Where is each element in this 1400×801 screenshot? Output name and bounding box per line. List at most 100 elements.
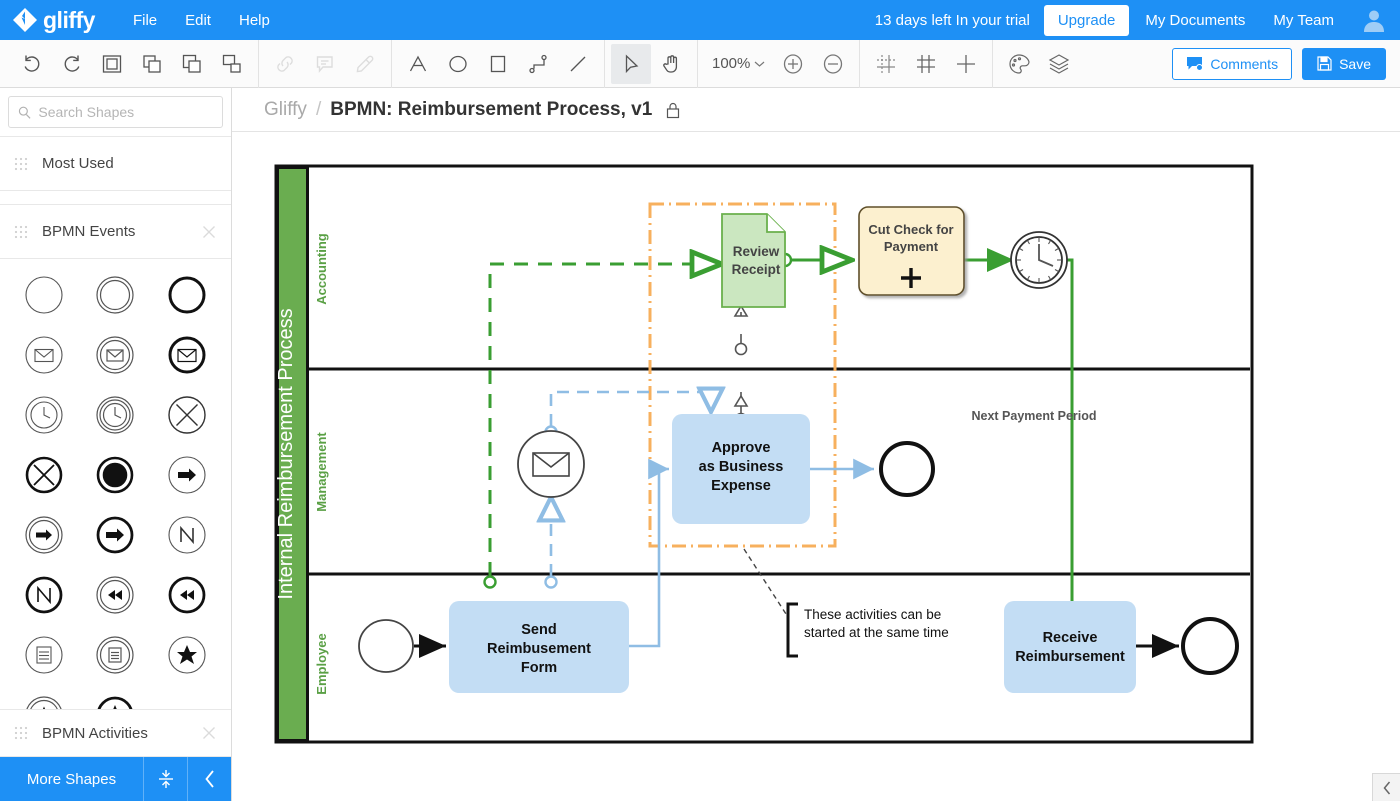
shape-end-event-employee[interactable] — [1183, 619, 1237, 673]
task-label-line: Expense — [711, 478, 771, 494]
flow-label-next-payment-period: Next Payment Period — [971, 409, 1096, 423]
group-icon[interactable] — [92, 44, 132, 84]
toolbar-group-annotate — [259, 40, 391, 87]
drag-handle-icon — [14, 225, 28, 239]
send-to-back-icon[interactable] — [212, 44, 252, 84]
palette-icon[interactable] — [999, 44, 1039, 84]
shape-event-end-compensation[interactable] — [8, 565, 80, 625]
layers-icon[interactable] — [1039, 44, 1079, 84]
top-bar: gliffy File Edit Help 13 days left In yo… — [0, 0, 1400, 40]
toolbar-group-grid — [860, 40, 992, 87]
toolbar-group-style — [993, 40, 1085, 87]
flow-start-dot — [736, 344, 747, 355]
zoom-in-icon[interactable] — [773, 44, 813, 84]
shape-event-end-rewind[interactable] — [151, 565, 223, 625]
guides-icon[interactable] — [946, 44, 986, 84]
document-title[interactable]: BPMN: Reimbursement Process, v1 — [330, 99, 652, 121]
sidebar-section-bpmn-events[interactable]: BPMN Events — [0, 205, 231, 259]
bring-to-front-icon[interactable] — [172, 44, 212, 84]
search-icon — [18, 105, 31, 120]
menu-file[interactable]: File — [119, 6, 171, 35]
flow-start-dot — [485, 577, 496, 588]
task-label-line: Send — [521, 622, 556, 638]
close-icon[interactable] — [201, 224, 217, 240]
zoom-level-dropdown[interactable]: 100% — [704, 55, 773, 72]
shape-start-event[interactable] — [359, 620, 413, 672]
my-documents-link[interactable]: My Documents — [1133, 6, 1257, 35]
search-shapes-box[interactable] — [8, 96, 223, 128]
connector-tool-icon[interactable] — [518, 44, 558, 84]
lock-icon[interactable] — [665, 101, 681, 119]
upgrade-button[interactable]: Upgrade — [1044, 5, 1130, 36]
task-label-line: Payment — [884, 239, 939, 254]
collapse-all-button[interactable] — [143, 757, 187, 801]
shape-event-start-timer[interactable] — [8, 385, 80, 445]
main-area: Gliffy / BPMN: Reimbursement Process, v1… — [232, 88, 1400, 801]
top-bar-right: 13 days left In your trial Upgrade My Do… — [875, 5, 1388, 36]
shape-event-start-message[interactable] — [8, 325, 80, 385]
line-tool-icon[interactable] — [558, 44, 598, 84]
shape-event-intermediate-rewind[interactable] — [80, 565, 152, 625]
shape-event-start-plain[interactable] — [8, 265, 80, 325]
undo-icon[interactable] — [12, 44, 52, 84]
sidebar-section-bpmn-activities[interactable]: BPMN Activities — [0, 709, 231, 757]
comment-bubble-icon — [1186, 56, 1203, 71]
gliffy-logo[interactable]: gliffy — [12, 7, 95, 34]
task-label-line: Review — [733, 244, 780, 259]
shape-event-start-multiple[interactable] — [151, 625, 223, 685]
shape-event-end-cancel[interactable] — [8, 445, 80, 505]
shape-timer-event[interactable] — [1011, 232, 1067, 288]
hand-tool-icon[interactable] — [651, 44, 691, 84]
shape-event-end-terminate[interactable] — [80, 445, 152, 505]
shape-event-end-plain[interactable] — [151, 265, 223, 325]
close-icon[interactable] — [201, 725, 217, 741]
shape-event-intermediate-plain[interactable] — [80, 265, 152, 325]
shape-task-receive-reimbursement[interactable]: Receive Reimbursement — [1004, 601, 1136, 693]
comments-button[interactable]: Comments — [1172, 48, 1292, 80]
text-tool-icon[interactable] — [398, 44, 438, 84]
shape-event-intermediate-cancel[interactable] — [151, 385, 223, 445]
task-label-line: as Business — [699, 459, 784, 475]
redo-icon[interactable] — [52, 44, 92, 84]
ungroup-icon[interactable] — [132, 44, 172, 84]
shape-event-end-message[interactable] — [151, 325, 223, 385]
my-team-link[interactable]: My Team — [1261, 6, 1346, 35]
shape-task-approve[interactable]: Approve as Business Expense — [672, 414, 810, 524]
shape-event-intermediate-signal[interactable] — [8, 505, 80, 565]
sidebar-section-most-used[interactable]: Most Used — [0, 137, 231, 191]
menu-edit[interactable]: Edit — [171, 6, 225, 35]
shape-document-review-receipt[interactable]: Review Receipt — [722, 214, 785, 307]
shape-event-end-signal[interactable] — [80, 505, 152, 565]
bpmn-diagram[interactable]: Internal Reimbursement Process Accountin… — [274, 164, 1274, 784]
grid-snap-icon[interactable] — [866, 44, 906, 84]
shape-event-intermediate-rule[interactable] — [80, 625, 152, 685]
breadcrumb-root[interactable]: Gliffy — [264, 99, 307, 121]
menu-help[interactable]: Help — [225, 6, 284, 35]
search-input[interactable] — [38, 104, 213, 120]
zoom-out-icon[interactable] — [813, 44, 853, 84]
toolbar-right: Comments Save — [1172, 48, 1394, 80]
comments-button-label: Comments — [1210, 56, 1278, 72]
shape-end-event-management[interactable] — [881, 443, 933, 495]
shape-event-intermediate-message[interactable] — [80, 325, 152, 385]
ellipse-tool-icon[interactable] — [438, 44, 478, 84]
shape-task-send-form[interactable]: Send Reimbusement Form — [449, 601, 629, 693]
rectangle-tool-icon[interactable] — [478, 44, 518, 84]
collapse-sidebar-button[interactable] — [187, 757, 231, 801]
diagram-canvas[interactable]: Internal Reimbursement Process Accountin… — [232, 132, 1400, 801]
canvas-collapse-button[interactable] — [1372, 773, 1400, 801]
shape-message-intermediate-event[interactable] — [518, 431, 584, 497]
save-button[interactable]: Save — [1302, 48, 1386, 80]
more-shapes-button[interactable]: More Shapes — [0, 771, 143, 788]
shape-event-start-compensation[interactable] — [151, 505, 223, 565]
gliffy-logo-text: gliffy — [43, 7, 95, 34]
grid-icon[interactable] — [906, 44, 946, 84]
shape-event-start-signal[interactable] — [151, 445, 223, 505]
shapes-sidebar: Most Used BPMN Events — [0, 88, 232, 801]
task-label-line: Reimbusement — [487, 641, 591, 657]
shape-event-intermediate-timer[interactable] — [80, 385, 152, 445]
shape-event-start-rule[interactable] — [8, 625, 80, 685]
collapse-sections-icon — [156, 768, 176, 790]
user-avatar-icon[interactable] — [1360, 6, 1388, 34]
pointer-tool-icon[interactable] — [611, 44, 651, 84]
